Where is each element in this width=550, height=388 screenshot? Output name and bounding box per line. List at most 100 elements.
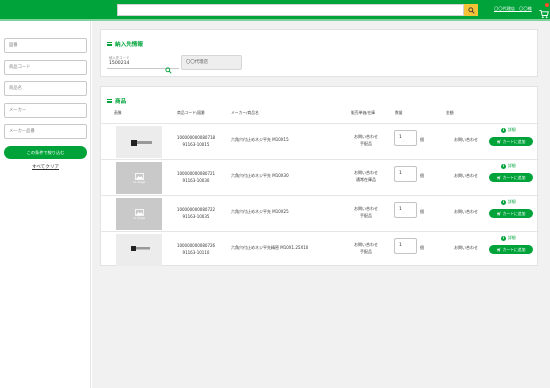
product-image-placeholder: no image bbox=[116, 198, 162, 230]
delivery-code-search-button[interactable] bbox=[165, 59, 175, 74]
product-image bbox=[116, 234, 162, 266]
product-name: 六角穴付止めネジ平先 M10X30 bbox=[231, 173, 289, 178]
drawing-number: 91163-10015 bbox=[182, 142, 210, 147]
detail-link-label: 詳細 bbox=[508, 235, 516, 240]
stock-status: 手配品 bbox=[360, 213, 372, 218]
products-title-text: 商品 bbox=[115, 99, 127, 105]
table-row: no image 100000000080722 91163-10035 六角穴… bbox=[101, 195, 539, 231]
amount: お問い合わせ bbox=[454, 137, 478, 142]
detail-link-label: 詳細 bbox=[508, 127, 516, 132]
detail-link[interactable]: i 詳細 bbox=[501, 199, 516, 205]
clear-all-link[interactable]: すべてクリア bbox=[0, 164, 91, 170]
cart-badge bbox=[545, 3, 549, 7]
cart-icon: 🛒︎ bbox=[496, 211, 502, 216]
quantity-input[interactable]: 1 bbox=[394, 238, 417, 254]
info-icon: i bbox=[501, 163, 506, 169]
add-to-cart-label: カートに追加 bbox=[502, 175, 526, 180]
detail-link[interactable]: i 詳細 bbox=[501, 163, 516, 169]
detail-link[interactable]: i 詳細 bbox=[501, 127, 516, 133]
search-icon bbox=[165, 67, 172, 74]
quantity-input[interactable]: 1 bbox=[394, 166, 417, 182]
product-name-filter-input[interactable]: 商品名 bbox=[4, 81, 87, 96]
product-image bbox=[116, 126, 162, 158]
cart-icon: 🛒︎ bbox=[496, 247, 502, 252]
quantity-unit: 個 bbox=[420, 245, 424, 250]
drawing-number-filter-input[interactable]: 図番 bbox=[4, 38, 87, 53]
quantity-input[interactable]: 1 bbox=[394, 130, 417, 146]
column-header-amount: 金額 bbox=[446, 110, 454, 115]
search-button[interactable] bbox=[464, 4, 478, 16]
price-stock-cell: お問い合わせ 手配品 bbox=[351, 205, 381, 219]
delivery-info-title-text: 納入先情報 bbox=[115, 42, 143, 48]
delivery-code-input[interactable]: 1500214 bbox=[109, 61, 129, 66]
quantity-unit: 個 bbox=[420, 137, 424, 142]
app-root: 〇〇代理店 〇〇様 図番 商品コード 商品名 メーカー メーカー品番 この条件で… bbox=[0, 0, 550, 388]
delivery-code-label: 納入先コード bbox=[109, 56, 130, 60]
delivery-site-name: 〇〇代理店 bbox=[181, 55, 242, 70]
table-row: 100000000080718 91163-10015 六角穴付止めネジ平先 M… bbox=[101, 123, 539, 159]
detail-link[interactable]: i 詳細 bbox=[501, 235, 516, 241]
product-code: 100000000080722 bbox=[176, 207, 216, 212]
quantity-input[interactable]: 1 bbox=[394, 202, 417, 218]
maker-part-number-filter-input[interactable]: メーカー品番 bbox=[4, 124, 87, 139]
unit-price: お問い合わせ bbox=[354, 170, 378, 175]
info-icon: i bbox=[501, 127, 506, 133]
column-header-name: メーカー/商品名 bbox=[231, 110, 259, 115]
column-header-code: 商品コード/図番 bbox=[177, 110, 205, 115]
product-code-filter-input[interactable]: 商品コード bbox=[4, 60, 87, 75]
product-name: 六角穴付止めネジ平先 M10X25 bbox=[231, 209, 289, 214]
price-stock-cell: お問い合わせ 手配品 bbox=[351, 241, 381, 255]
price-stock-cell: お問い合わせ 手配品 bbox=[351, 133, 381, 147]
filter-sidebar: 図番 商品コード 商品名 メーカー メーカー品番 この条件で絞り込む すべてクリ… bbox=[0, 21, 91, 388]
user-account-link[interactable]: 〇〇代理店 〇〇様 bbox=[494, 6, 532, 12]
add-to-cart-label: カートに追加 bbox=[502, 247, 526, 252]
table-row: no image 100000000080721 91163-10030 六角穴… bbox=[101, 159, 539, 195]
product-name: 六角穴付止めネジ平先精密 M10X1.25X10 bbox=[231, 245, 309, 250]
product-code: 100000000080721 bbox=[176, 171, 216, 176]
amount: お問い合わせ bbox=[454, 245, 478, 250]
column-header-quantity: 数量 bbox=[395, 110, 403, 115]
stock-status: 手配品 bbox=[360, 249, 372, 254]
list-icon bbox=[107, 99, 112, 103]
table-row: 100000000080726 91163-10110 六角穴付止めネジ平先精密… bbox=[101, 231, 539, 267]
amount: お問い合わせ bbox=[454, 173, 478, 178]
cart-icon bbox=[539, 10, 549, 19]
cart-icon: 🛒︎ bbox=[496, 139, 502, 144]
price-stock-cell: お問い合わせ 通常在庫品 bbox=[351, 169, 381, 183]
product-code: 100000000080718 bbox=[176, 135, 216, 140]
add-to-cart-button[interactable]: 🛒︎ カートに追加 bbox=[489, 173, 533, 182]
product-code-cell: 100000000080722 91163-10035 bbox=[175, 206, 217, 220]
delivery-info-card: 納入先情報 納入先コード 1500214 〇〇代理店 bbox=[100, 29, 538, 77]
unit-price: お問い合わせ bbox=[354, 242, 378, 247]
info-icon: i bbox=[501, 199, 506, 205]
drawing-number: 91163-10030 bbox=[182, 178, 210, 183]
products-title: 商品 bbox=[107, 97, 126, 105]
amount: お問い合わせ bbox=[454, 209, 478, 214]
column-header-price-stock: 販売単価/在庫 bbox=[351, 110, 376, 115]
product-code: 100000000080726 bbox=[176, 243, 216, 248]
image-placeholder-icon bbox=[134, 208, 144, 216]
product-code-cell: 100000000080718 91163-10015 bbox=[175, 134, 217, 148]
column-header-image: 画像 bbox=[114, 110, 122, 115]
product-code-cell: 100000000080726 91163-10110 bbox=[175, 242, 217, 256]
add-to-cart-button[interactable]: 🛒︎ カートに追加 bbox=[489, 137, 533, 146]
product-image-placeholder: no image bbox=[116, 162, 162, 194]
product-code-cell: 100000000080721 91163-10030 bbox=[175, 170, 217, 184]
product-photo-icon bbox=[131, 246, 150, 251]
quantity-unit: 個 bbox=[420, 209, 424, 214]
list-icon bbox=[107, 42, 112, 46]
search-input[interactable] bbox=[117, 4, 464, 16]
search-icon bbox=[467, 6, 475, 14]
add-to-cart-button[interactable]: 🛒︎ カートに追加 bbox=[489, 245, 533, 254]
no-image-caption: no image bbox=[132, 216, 146, 220]
add-to-cart-button[interactable]: 🛒︎ カートに追加 bbox=[489, 209, 533, 218]
image-placeholder-icon bbox=[134, 172, 144, 180]
unit-price: お問い合わせ bbox=[354, 134, 378, 139]
detail-link-label: 詳細 bbox=[508, 163, 516, 168]
drawing-number: 91163-10110 bbox=[182, 250, 210, 255]
apply-filter-button[interactable]: この条件で絞り込む bbox=[4, 146, 87, 159]
add-to-cart-label: カートに追加 bbox=[502, 211, 526, 216]
maker-filter-input[interactable]: メーカー bbox=[4, 103, 87, 118]
unit-price: お問い合わせ bbox=[354, 206, 378, 211]
delivery-info-title: 納入先情報 bbox=[107, 40, 143, 48]
